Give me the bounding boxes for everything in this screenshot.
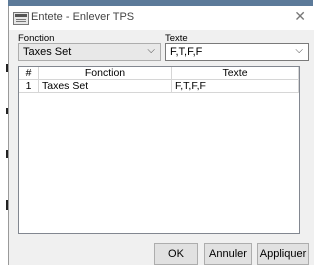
dialog: Entete - Enlever TPS ✕ Fonction Taxes Se… <box>8 6 314 265</box>
data-grid[interactable]: # Fonction Texte 1 Taxes Set F,T,F,F <box>18 66 300 234</box>
texte-value: F,T,F,F <box>170 46 203 58</box>
window-title: Entete - Enlever TPS <box>31 11 135 23</box>
ok-button[interactable]: OK <box>154 243 198 265</box>
row-number: 1 <box>19 80 39 93</box>
close-icon[interactable]: ✕ <box>294 8 306 25</box>
grid-header: # Fonction Texte <box>19 67 299 80</box>
title-bar: Entete - Enlever TPS ✕ <box>9 6 314 30</box>
app-icon <box>13 12 29 25</box>
column-header-fonction[interactable]: Fonction <box>39 67 172 80</box>
row-fonction[interactable]: Taxes Set <box>39 80 172 93</box>
texte-combobox[interactable]: F,T,F,F ⌵ <box>165 43 309 61</box>
fonction-dropdown[interactable]: Taxes Set ⌵ <box>18 43 161 61</box>
column-header-num[interactable]: # <box>19 67 39 80</box>
apply-button[interactable]: Appliquer <box>257 243 309 265</box>
column-header-texte[interactable]: Texte <box>172 67 299 80</box>
chevron-down-icon: ⌵ <box>147 45 155 56</box>
row-texte[interactable]: F,T,F,F <box>172 80 299 93</box>
cancel-button[interactable]: Annuler <box>204 243 252 265</box>
table-row[interactable]: 1 Taxes Set F,T,F,F <box>19 80 299 93</box>
chevron-down-icon: ⌵ <box>295 45 303 56</box>
background-window-edge <box>0 0 8 265</box>
fonction-value: Taxes Set <box>23 46 72 58</box>
